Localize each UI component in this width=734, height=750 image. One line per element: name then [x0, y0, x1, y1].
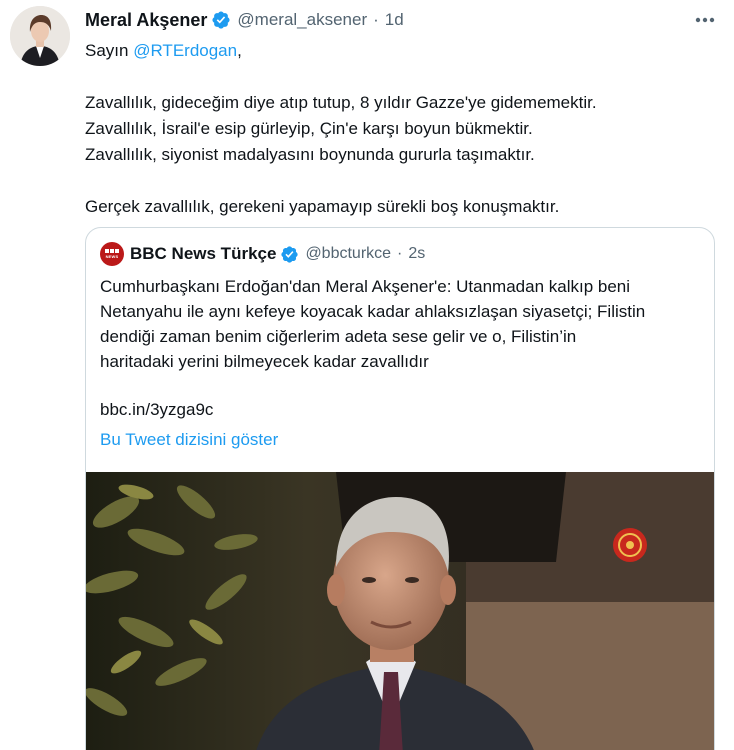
tweet-text: Sayın @RTErdogan, Zavallılık, gideceğim …: [85, 38, 725, 220]
greeting-prefix: Sayın: [85, 41, 134, 60]
quoted-media-image[interactable]: [86, 472, 714, 750]
body-line: Zavallılık, İsrail'e esip gürleyip, Çin'…: [85, 119, 533, 138]
author-handle[interactable]: @meral_aksener: [237, 10, 367, 30]
separator-dot: ·: [397, 245, 403, 262]
greeting-line: Sayın @RTErdogan,: [85, 38, 725, 64]
mention-link[interactable]: @RTErdogan: [133, 41, 237, 60]
bbc-logo-text: NEWS: [105, 254, 119, 259]
separator-dot: ·: [373, 10, 379, 29]
tweet-header: Meral Akşener @meral_aksener · 1d: [85, 8, 404, 32]
verified-badge-icon: [212, 11, 230, 29]
quoted-tweet[interactable]: NEWS BBC News Türkçe @bbcturkce · 2s Cum…: [85, 227, 715, 750]
author-avatar[interactable]: [10, 6, 70, 66]
quoted-line: dendiği zaman benim ciğerlerim adeta ses…: [100, 327, 577, 346]
quoted-line: haritadaki yerini bilmeyecek kadar zaval…: [100, 352, 429, 371]
closing-line: Gerçek zavallılık, gerekeni yapamayıp sü…: [85, 197, 560, 216]
quoted-timestamp[interactable]: 2s: [408, 245, 425, 263]
quoted-tweet-header: NEWS BBC News Türkçe @bbcturkce · 2s: [100, 241, 425, 267]
quoted-author-name[interactable]: BBC News Türkçe: [130, 244, 276, 264]
tweet-card[interactable]: Meral Akşener @meral_aksener · 1d Sayın …: [0, 0, 734, 750]
avatar-image: [10, 6, 70, 66]
bbc-logo-icon[interactable]: NEWS: [100, 242, 124, 266]
body-line: Zavallılık, siyonist madalyasını boynund…: [85, 145, 535, 164]
quoted-author-handle[interactable]: @bbcturkce: [305, 245, 391, 263]
quoted-line: Netanyahu ile aynı kefeye koyacak kadar …: [100, 302, 646, 321]
body-line: Zavallılık, gideceğim diye atıp tutup, 8…: [85, 93, 597, 112]
verified-badge-icon: [281, 245, 299, 263]
author-name[interactable]: Meral Akşener: [85, 10, 207, 31]
tweet-timestamp[interactable]: 1d: [385, 10, 404, 30]
greeting-suffix: ,: [237, 41, 242, 60]
bbc-blocks: [105, 249, 119, 253]
show-thread-link[interactable]: Bu Tweet dizisini göster: [100, 430, 278, 450]
more-options-icon: [695, 17, 715, 23]
quoted-url-link[interactable]: bbc.in/3yzga9c: [100, 400, 213, 420]
quoted-line: Cumhurbaşkanı Erdoğan'dan Meral Akşener'…: [100, 277, 631, 296]
quoted-tweet-text: Cumhurbaşkanı Erdoğan'dan Meral Akşener'…: [100, 274, 705, 374]
video-still-image: [86, 472, 714, 750]
more-options-button[interactable]: [694, 10, 716, 30]
